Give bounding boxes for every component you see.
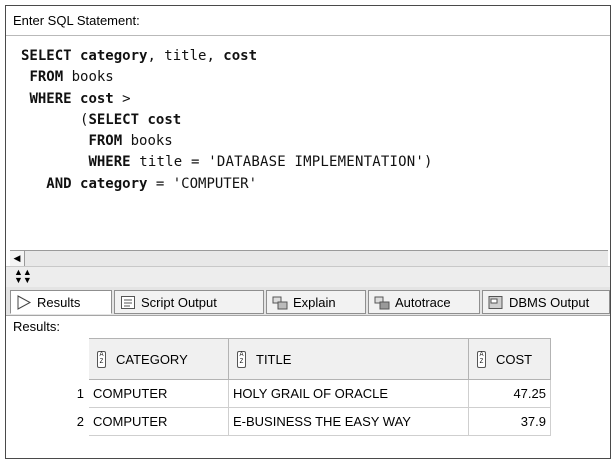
cell-category[interactable]: COMPUTER xyxy=(88,379,229,408)
tab-autotrace[interactable]: Autotrace xyxy=(368,290,480,314)
splitter-arrows-icon[interactable]: ▲▲ ▼▼ xyxy=(14,268,32,285)
cell-cost[interactable]: 47.25 xyxy=(468,379,551,408)
tab-label: Script Output xyxy=(141,295,217,310)
row-number: 1 xyxy=(14,379,89,408)
sql-column: cost xyxy=(223,48,258,64)
sql-text: = 'COMPUTER' xyxy=(147,175,258,192)
tab-dbms-output[interactable]: DBMS Output xyxy=(482,290,610,314)
tab-explain[interactable]: Explain xyxy=(266,290,366,314)
sql-text: books xyxy=(122,133,173,150)
sql-keyword: AND xyxy=(46,175,72,192)
sql-keyword: FROM xyxy=(29,69,64,86)
tab-label: Autotrace xyxy=(395,295,451,310)
sql-editor[interactable]: SELECT category, title, cost FROM books … xyxy=(21,46,433,195)
sql-text: , title, xyxy=(147,48,224,64)
sql-text: title = 'DATABASE IMPLEMENTATION') xyxy=(130,154,433,171)
autotrace-icon xyxy=(374,296,390,310)
sql-prompt-label: Enter SQL Statement: xyxy=(6,6,610,36)
sql-worksheet: Enter SQL Statement: SELECT category, ti… xyxy=(5,5,611,459)
cell-title[interactable]: HOLY GRAIL OF ORACLE xyxy=(228,379,469,408)
column-header-category[interactable]: AZ CATEGORY xyxy=(88,338,229,380)
sql-column: cost xyxy=(71,90,114,107)
sql-keyword: SELECT xyxy=(88,111,140,128)
tab-label: Explain xyxy=(293,295,336,310)
row-number: 2 xyxy=(14,407,89,436)
left-arrow-icon[interactable]: ◀ xyxy=(10,251,25,266)
tab-label: Results xyxy=(37,295,81,310)
results-label: Results: xyxy=(13,319,60,334)
horizontal-scrollbar[interactable]: ◀ xyxy=(10,250,608,267)
sql-text: books xyxy=(63,69,114,86)
cell-cost[interactable]: 37.9 xyxy=(468,407,551,436)
script-output-icon xyxy=(121,296,135,309)
cell-category[interactable]: COMPUTER xyxy=(88,407,229,436)
table-row[interactable]: 1 COMPUTER HOLY GRAIL OF ORACLE 47.25 xyxy=(14,379,551,408)
pane-splitter[interactable]: ▲▲ ▼▼ xyxy=(6,266,610,288)
tab-script-output[interactable]: Script Output xyxy=(114,290,264,314)
bottom-area xyxy=(6,438,610,458)
row-number-header xyxy=(14,338,89,380)
sql-text: > xyxy=(113,90,131,107)
column-header-label: TITLE xyxy=(256,351,292,367)
sql-keyword: SELECT xyxy=(21,48,72,64)
sql-column: category xyxy=(71,48,148,64)
results-grid: AZ CATEGORY AZ TITLE AZ COST 1 COMPUTER … xyxy=(14,338,551,436)
sql-keyword: WHERE xyxy=(88,154,131,171)
explain-icon xyxy=(272,296,288,310)
output-tabs: Results Script Output Explain Autotrace … xyxy=(6,287,610,316)
sql-keyword: WHERE xyxy=(29,90,72,107)
table-row[interactable]: 2 COMPUTER E-BUSINESS THE EASY WAY 37.9 xyxy=(14,407,551,436)
column-header-label: COST xyxy=(496,351,533,367)
dbms-output-icon xyxy=(488,296,503,309)
column-header-label: CATEGORY xyxy=(116,351,188,367)
sql-column: cost xyxy=(139,111,182,128)
column-header-title[interactable]: AZ TITLE xyxy=(228,338,469,380)
tab-label: DBMS Output xyxy=(509,295,590,310)
sql-keyword: FROM xyxy=(88,133,123,150)
cell-title[interactable]: E-BUSINESS THE EASY WAY xyxy=(228,407,469,436)
sort-icon[interactable]: AZ xyxy=(97,350,106,368)
results-arrow-icon xyxy=(17,295,32,310)
sort-icon[interactable]: AZ xyxy=(477,350,486,368)
sql-column: category xyxy=(71,175,148,192)
tab-results[interactable]: Results xyxy=(10,290,112,314)
column-header-cost[interactable]: AZ COST xyxy=(468,338,551,380)
sort-icon[interactable]: AZ xyxy=(237,350,246,368)
